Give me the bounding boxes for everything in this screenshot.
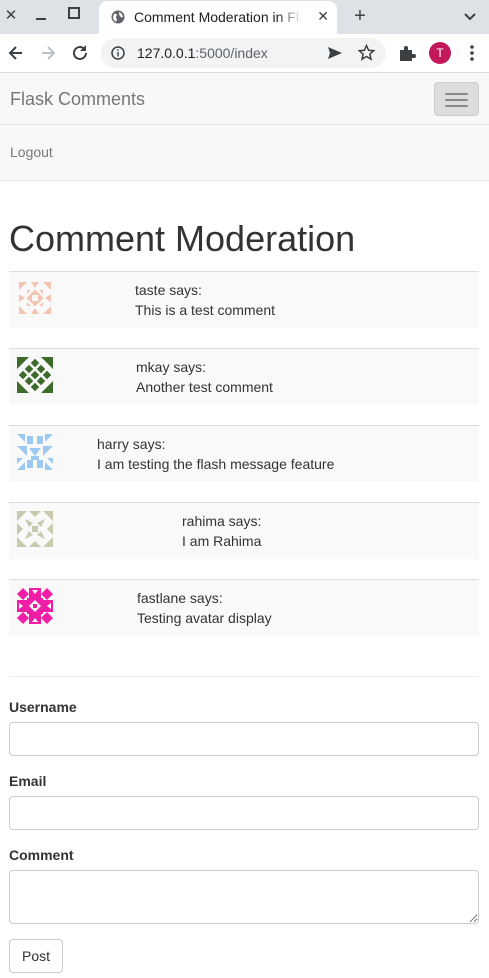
user-avatar — [17, 588, 53, 624]
forward-arrow-icon[interactable] — [38, 43, 58, 63]
navbar-toggle-button[interactable] — [434, 82, 479, 116]
send-icon[interactable] — [327, 45, 343, 61]
chevron-down-icon[interactable] — [462, 8, 478, 24]
navbar-brand[interactable]: Flask Comments — [10, 89, 145, 110]
comment-label: Comment — [9, 847, 74, 863]
user-avatar — [17, 434, 53, 470]
username-label: Username — [9, 699, 77, 715]
comment-username: fastlane says: — [137, 590, 223, 606]
comment-textarea[interactable] — [9, 870, 479, 924]
comment-item: fastlane says: Testing avatar display — [9, 579, 479, 636]
profile-avatar[interactable]: T — [429, 42, 451, 64]
more-menu-icon[interactable] — [466, 44, 478, 62]
user-avatar — [17, 511, 53, 547]
comment-username: rahima says: — [182, 513, 262, 529]
hamburger-icon-bar — [445, 105, 468, 107]
comment-text: Testing avatar display — [137, 610, 272, 626]
bookmark-star-icon[interactable] — [358, 44, 375, 61]
maximize-window-icon[interactable] — [63, 4, 85, 26]
browser-tab-bar: ✕ Comment Moderation in Flask ✕ + — [0, 0, 489, 34]
comment-item: harry says: I am testing the flash messa… — [9, 425, 479, 482]
address-bar[interactable]: 127.0.0.1:5000/index — [101, 38, 386, 68]
navbar-divider — [0, 124, 489, 125]
comment-text: This is a test comment — [135, 302, 276, 318]
back-arrow-icon[interactable] — [6, 43, 26, 63]
comment-text: Another test comment — [136, 379, 273, 395]
comment-item: taste says: This is a test comment — [9, 271, 479, 328]
comment-text: I am Rahima — [182, 533, 262, 549]
tab-title: Comment Moderation in Flask — [134, 9, 302, 25]
comment-item: mkay says: Another test comment — [9, 348, 479, 405]
close-window-icon[interactable]: ✕ — [0, 4, 22, 26]
hamburger-icon-bar — [445, 99, 468, 101]
close-tab-icon[interactable]: ✕ — [317, 9, 329, 25]
page-title: Comment Moderation — [9, 218, 356, 259]
url-text: 127.0.0.1:5000/index — [137, 45, 268, 61]
comment-username: mkay says: — [136, 359, 207, 375]
username-input[interactable] — [9, 722, 479, 756]
post-button[interactable]: Post — [9, 939, 63, 973]
reload-icon[interactable] — [70, 43, 90, 63]
new-tab-icon[interactable]: + — [349, 4, 371, 28]
comment-item: rahima says: I am Rahima — [9, 502, 479, 559]
comment-username: taste says: — [135, 282, 202, 298]
user-avatar — [17, 357, 53, 393]
browser-toolbar: 127.0.0.1:5000/index T — [0, 34, 489, 73]
user-avatar — [19, 282, 51, 314]
logout-link[interactable]: Logout — [10, 144, 53, 160]
comment-text: I am testing the flash message feature — [97, 456, 335, 472]
extensions-puzzle-icon[interactable] — [398, 44, 416, 62]
comment-username: harry says: — [97, 436, 166, 452]
email-label: Email — [9, 773, 47, 789]
site-info-icon[interactable] — [111, 46, 125, 60]
section-divider — [9, 676, 479, 677]
minimize-window-icon[interactable] — [30, 4, 52, 26]
hamburger-icon-bar — [445, 93, 468, 95]
browser-tab-active[interactable]: Comment Moderation in Flask ✕ — [99, 1, 337, 34]
globe-icon — [111, 10, 125, 24]
email-input[interactable] — [9, 796, 479, 830]
site-navbar: Flask Comments Logout — [0, 73, 489, 181]
